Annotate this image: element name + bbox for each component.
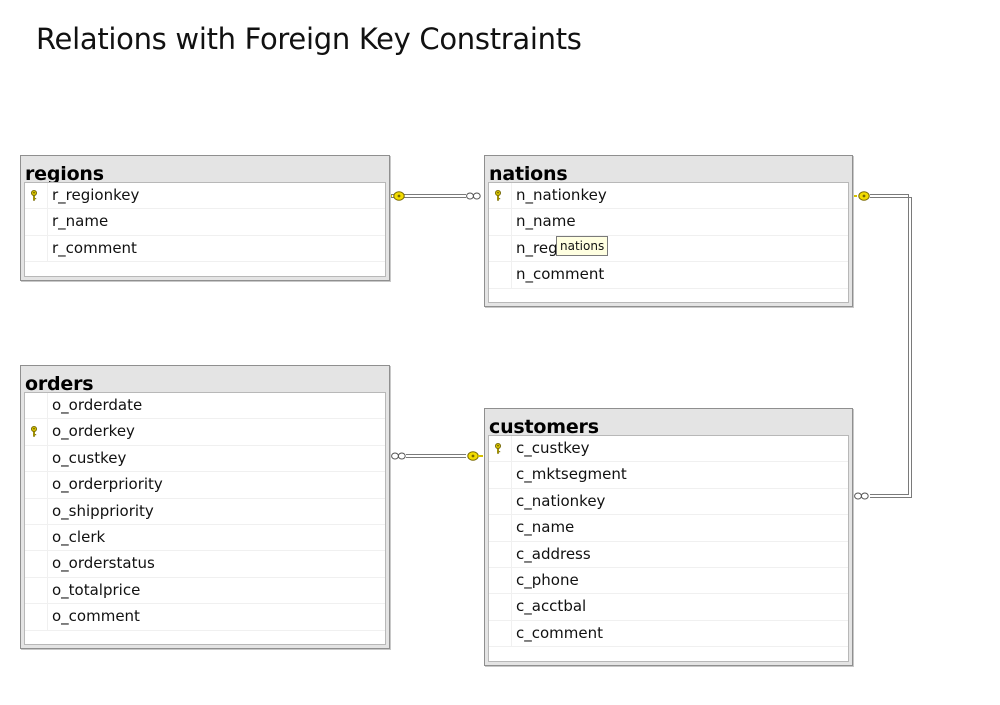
column-name: r_name [52,212,109,231]
row-selector[interactable] [489,541,512,567]
row-selector[interactable] [25,183,48,209]
column-name: n_comment [516,265,605,284]
primary-key-icon [495,190,501,201]
one-end-key-icon [393,191,405,201]
row-selector[interactable] [489,620,512,647]
row-selector[interactable] [489,515,512,541]
column-name: o_shippriority [52,501,154,520]
row-selector[interactable] [489,488,512,515]
column-row[interactable]: o_clerk [25,524,385,552]
many-end-infinity-icon [854,492,869,500]
column-name: c_comment [516,623,604,642]
column-name: o_orderdate [52,396,143,414]
table-header[interactable]: nations [485,156,852,185]
column-name: o_orderstatus [52,554,155,573]
row-selector[interactable] [25,209,48,235]
row-selector[interactable] [25,445,48,472]
table-columns: o_orderdate o_orderkey o_custkey o_orderpri… [24,392,386,645]
column-row[interactable]: r_comment [25,235,385,263]
table-header[interactable]: customers [485,409,852,438]
row-selector[interactable] [489,183,512,209]
column-name: o_totalprice [52,580,141,599]
one-end-key-icon [467,451,479,461]
column-row[interactable]: n_nationkey [489,183,848,210]
column-row[interactable]: c_acctbal [489,594,848,621]
many-end-infinity-icon [391,452,406,460]
table-nations[interactable]: nations n_nationkey n_name n_regi n_comment [484,155,853,307]
column-name: c_phone [516,570,579,589]
column-row[interactable]: r_regionkey [25,183,385,210]
column-row[interactable]: o_comment [25,604,385,631]
column-name: c_name [516,518,575,537]
column-row[interactable]: o_shippriority [25,498,385,525]
row-selector[interactable] [489,235,512,262]
column-row[interactable]: n_name [489,209,848,236]
column-row[interactable]: n_comment [489,262,848,289]
row-selector[interactable] [25,577,48,604]
relationship-orders-customers[interactable] [391,451,483,461]
column-row[interactable]: r_name [25,209,385,236]
row-selector[interactable] [489,567,512,594]
column-name: o_comment [52,607,140,626]
column-name: r_regionkey [52,186,140,204]
column-row[interactable]: o_totalprice [25,577,385,605]
row-selector[interactable] [489,262,512,288]
row-selector[interactable] [489,209,512,235]
row-selector[interactable] [25,604,48,630]
column-row[interactable]: n_regi [489,235,848,263]
many-end-infinity-icon [466,192,481,200]
column-name: o_clerk [52,527,106,546]
column-row[interactable]: c_address [489,541,848,568]
column-name: c_acctbal [516,597,587,616]
column-row[interactable]: c_name [489,515,848,542]
column-name: n_name [516,212,576,231]
row-selector[interactable] [489,462,512,488]
column-row[interactable]: c_nationkey [489,488,848,516]
row-selector[interactable] [25,235,48,262]
row-selector[interactable] [489,594,512,620]
table-columns: n_nationkey n_name n_regi n_comment [488,182,849,303]
row-selector[interactable] [25,498,48,524]
table-customers[interactable]: customers c_custkey c_mktsegment c_nationk… [484,408,853,666]
column-row[interactable]: o_orderpriority [25,472,385,499]
table-regions[interactable]: regions r_regionkey r_name r_comment [20,155,390,281]
row-selector[interactable] [25,419,48,445]
table-orders[interactable]: orders o_orderdate o_orderkey o_custkey o_o… [20,365,390,649]
row-selector[interactable] [489,436,512,462]
column-row[interactable]: o_orderkey [25,419,385,446]
row-selector[interactable] [25,472,48,498]
one-end-key-icon [858,191,870,201]
row-selector[interactable] [25,393,48,419]
column-name: c_mktsegment [516,465,627,484]
table-header[interactable]: orders [21,366,389,395]
column-row[interactable]: o_orderstatus [25,551,385,578]
column-row[interactable]: o_orderdate [25,393,385,420]
column-name: n_regi [516,238,562,257]
column-name: r_comment [52,238,137,257]
column-name: o_orderkey [52,422,135,441]
table-columns: c_custkey c_mktsegment c_nationkey c_name c_… [488,435,849,662]
relationship-customers-nations[interactable] [852,191,912,500]
table-tooltip: nations [556,236,609,256]
column-row[interactable]: o_custkey [25,445,385,473]
table-header[interactable]: regions [21,156,389,185]
column-name: c_custkey [516,439,590,457]
column-row[interactable]: c_mktsegment [489,462,848,489]
column-row[interactable]: c_comment [489,620,848,648]
column-name: c_address [516,544,591,563]
column-name: n_nationkey [516,186,607,204]
column-name: o_custkey [52,448,127,467]
column-row[interactable]: c_custkey [489,436,848,463]
row-selector[interactable] [25,524,48,551]
primary-key-icon [495,443,501,454]
relationship-regions-nations[interactable] [390,191,481,201]
row-selector[interactable] [25,551,48,577]
column-name: c_nationkey [516,491,606,510]
primary-key-icon [31,190,37,201]
table-columns: r_regionkey r_name r_comment [24,182,386,277]
column-name: o_orderpriority [52,475,163,494]
primary-key-icon [31,426,37,438]
column-row[interactable]: c_phone [489,567,848,595]
